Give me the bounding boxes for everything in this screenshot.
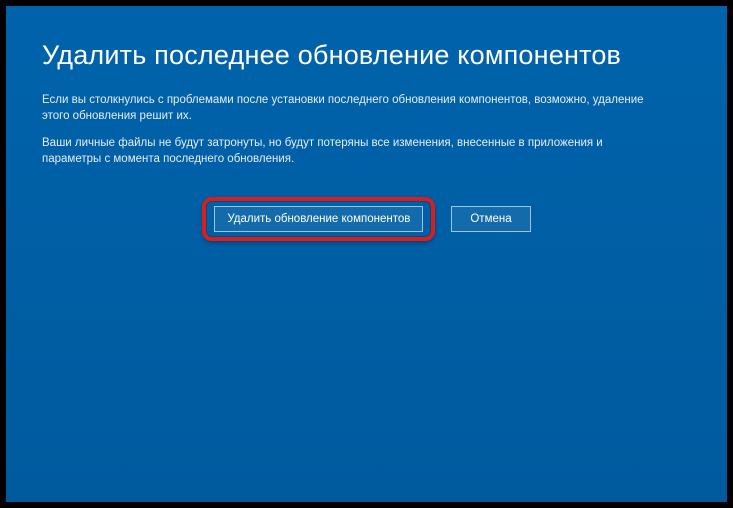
- highlight-annotation: Удалить обновление компонентов: [202, 197, 435, 241]
- page-title: Удалить последнее обновление компонентов: [42, 40, 691, 71]
- cancel-button[interactable]: Отмена: [451, 206, 530, 232]
- description-line-1: Если вы столкнулись с проблемами после у…: [42, 93, 662, 124]
- recovery-window: Удалить последнее обновление компонентов…: [6, 6, 727, 502]
- uninstall-update-button[interactable]: Удалить обновление компонентов: [214, 206, 423, 232]
- window-frame: Удалить последнее обновление компонентов…: [0, 0, 733, 508]
- description-line-2: Ваши личные файлы не будут затронуты, но…: [42, 136, 662, 167]
- button-row: Удалить обновление компонентов Отмена: [42, 197, 691, 241]
